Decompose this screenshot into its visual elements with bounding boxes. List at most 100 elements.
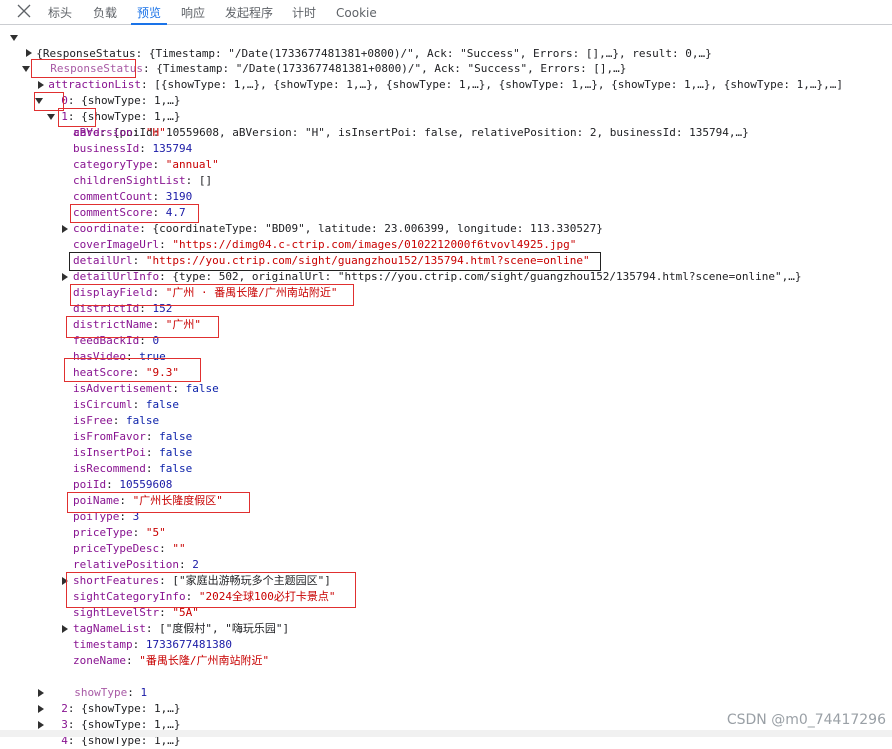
field-key: poiId <box>73 478 107 491</box>
tab-preview[interactable]: 预览 <box>130 0 168 25</box>
field-key: isRecommend <box>73 462 146 475</box>
tree-node-attraction-list[interactable]: attractionList: [{showType: 1,…}, {showT… <box>22 61 843 91</box>
field-value: 1733677481380 <box>145 638 232 651</box>
collapse-triangle-icon[interactable] <box>62 225 68 233</box>
field-key: priceTypeDesc <box>73 542 160 555</box>
tree-node-item-3[interactable]: 3: {showType: 1,…} <box>38 701 180 731</box>
field-sightLevelStr: sightLevelStr: "5A" <box>73 606 199 619</box>
field-key: businessId <box>73 142 140 155</box>
field-value: false <box>145 398 179 411</box>
field-value: 135794 <box>152 142 193 155</box>
field-key: heatScore <box>73 366 133 379</box>
field-value: {coordinateType: "BD09", latitude: 23.00… <box>152 222 603 235</box>
field-key: commentCount <box>73 190 153 203</box>
tab-cookie[interactable]: Cookie <box>336 0 377 24</box>
tab-timing[interactable]: 计时 <box>292 0 316 24</box>
field-key: sightCategoryInfo <box>73 590 186 603</box>
field-tagNameList[interactable]: tagNameList: ["度假村", "嗨玩乐园"] <box>62 621 289 637</box>
tree-node-item-2[interactable]: 2: {showType: 1,…} <box>38 685 180 715</box>
expand-triangle-icon[interactable] <box>35 98 43 104</box>
collapse-triangle-icon[interactable] <box>62 625 68 633</box>
field-value: 3190 <box>165 190 193 203</box>
tab-response[interactable]: 响应 <box>181 0 205 24</box>
field-key: priceType <box>73 526 133 539</box>
field-value: "https://you.ctrip.com/sight/guangzhou15… <box>145 254 590 267</box>
field-value: 10559608 <box>119 478 173 491</box>
field-isFromFavor: isFromFavor: false <box>73 430 193 443</box>
collapse-triangle-icon[interactable] <box>38 721 44 729</box>
field-value: false <box>126 414 160 427</box>
field-shortFeatures[interactable]: shortFeatures: ["家庭出游畅玩多个主题园区"] <box>62 573 331 589</box>
field-businessId: businessId: 135794 <box>73 142 193 155</box>
field-detailUrl: detailUrl: "https://you.ctrip.com/sight/… <box>73 254 590 267</box>
field-key: coordinate <box>73 222 140 235</box>
field-commentScore: commentScore: 4.7 <box>73 206 186 219</box>
collapse-triangle-icon[interactable] <box>38 689 44 697</box>
horizontal-scrollbar[interactable] <box>0 730 892 737</box>
field-value: 3 <box>132 510 140 523</box>
field-zoneName: zoneName: "番禺长隆/广州南站附近" <box>73 654 270 667</box>
field-value: ["度假村", "嗨玩乐园"] <box>159 622 290 635</box>
field-key: zoneName <box>73 654 126 667</box>
expand-triangle-icon[interactable] <box>47 114 55 120</box>
field-value: "广州长隆度假区" <box>132 494 223 507</box>
field-key: commentScore <box>73 206 153 219</box>
field-key: tagNameList <box>73 622 146 635</box>
field-key: coverImageUrl <box>73 238 160 251</box>
field-value: false <box>159 430 193 443</box>
collapse-triangle-icon[interactable] <box>38 705 44 713</box>
field-poiName: poiName: "广州长隆度假区" <box>73 494 223 507</box>
field-key: isFree <box>73 414 113 427</box>
field-coordinate[interactable]: coordinate: {coordinateType: "BD09", lat… <box>62 221 603 237</box>
field-value: {type: 502, originalUrl: "https://you.ct… <box>172 270 802 283</box>
tab-payload[interactable]: 负载 <box>93 0 117 24</box>
field-sightCategoryInfo: sightCategoryInfo: "2024全球100必打卡景点" <box>73 590 336 603</box>
field-value: ["家庭出游畅玩多个主题园区"] <box>172 574 331 587</box>
field-value: "" <box>172 542 186 555</box>
tree-node-response-status[interactable]: ResponseStatus: {Timestamp: "/Date(17336… <box>26 45 626 75</box>
field-relativePosition: relativePosition: 2 <box>73 558 199 571</box>
tab-initiator[interactable]: 发起程序 <box>225 0 273 24</box>
field-value: "5A" <box>172 606 199 619</box>
tree-node-show-type[interactable]: showType: 1 <box>61 669 147 699</box>
tree-node-item-1[interactable]: 1: {showType: 1,…} <box>35 93 180 123</box>
field-value: "9.3" <box>145 366 179 379</box>
field-value: "番禺长隆/广州南站附近" <box>139 654 270 667</box>
field-value: [] <box>198 174 213 187</box>
field-displayField: displayField: "广州 · 番禺长隆/广州南站附近" <box>73 286 338 299</box>
field-timestamp: timestamp: 1733677481380 <box>73 638 232 651</box>
field-isRecommend: isRecommend: false <box>73 462 193 475</box>
collapse-triangle-icon[interactable] <box>62 273 68 281</box>
field-key: isFromFavor <box>73 430 146 443</box>
field-hasVideo: hasVideo: true <box>73 350 166 363</box>
tree-node-item-0[interactable]: 0: {showType: 1,…} <box>38 77 180 107</box>
field-value: 2 <box>192 558 199 571</box>
field-key: poiName <box>73 494 120 507</box>
close-icon[interactable] <box>14 1 34 21</box>
field-poiType: poiType: 3 <box>73 510 140 523</box>
field-districtName: districtName: "广州" <box>73 318 201 331</box>
field-detailUrlInfo[interactable]: detailUrlInfo: {type: 502, originalUrl: … <box>62 269 802 285</box>
expand-triangle-icon[interactable] <box>22 66 30 72</box>
field-priceTypeDesc: priceTypeDesc: "" <box>73 542 186 555</box>
field-key: timestamp <box>73 638 133 651</box>
field-key: relativePosition <box>73 558 179 571</box>
field-value: "H" <box>145 126 166 139</box>
tab-headers[interactable]: 标头 <box>48 0 72 24</box>
field-key: districtId <box>73 302 140 315</box>
field-priceType: priceType: "5" <box>73 526 166 539</box>
field-key: isCircuml <box>73 398 133 411</box>
field-key: isInsertPoi <box>73 446 146 459</box>
collapse-triangle-icon[interactable] <box>62 577 68 585</box>
field-value: "广州" <box>165 318 201 331</box>
tree-node-card[interactable]: card: {poiId: 10559608, aBVersion: "H", … <box>47 109 749 139</box>
expand-triangle-icon[interactable] <box>10 35 18 41</box>
field-key: poiType <box>73 510 120 523</box>
field-isAdvertisement: isAdvertisement: false <box>73 382 219 395</box>
field-isInsertPoi: isInsertPoi: false <box>73 446 193 459</box>
devtools-tab-bar: 标头 负载 预览 响应 发起程序 计时 Cookie <box>0 0 892 25</box>
tree-root[interactable]: {ResponseStatus: {Timestamp: "/Date(1733… <box>10 30 712 60</box>
field-key: categoryType <box>73 158 153 171</box>
collapse-triangle-icon[interactable] <box>38 81 44 89</box>
collapse-triangle-icon[interactable] <box>26 49 32 57</box>
